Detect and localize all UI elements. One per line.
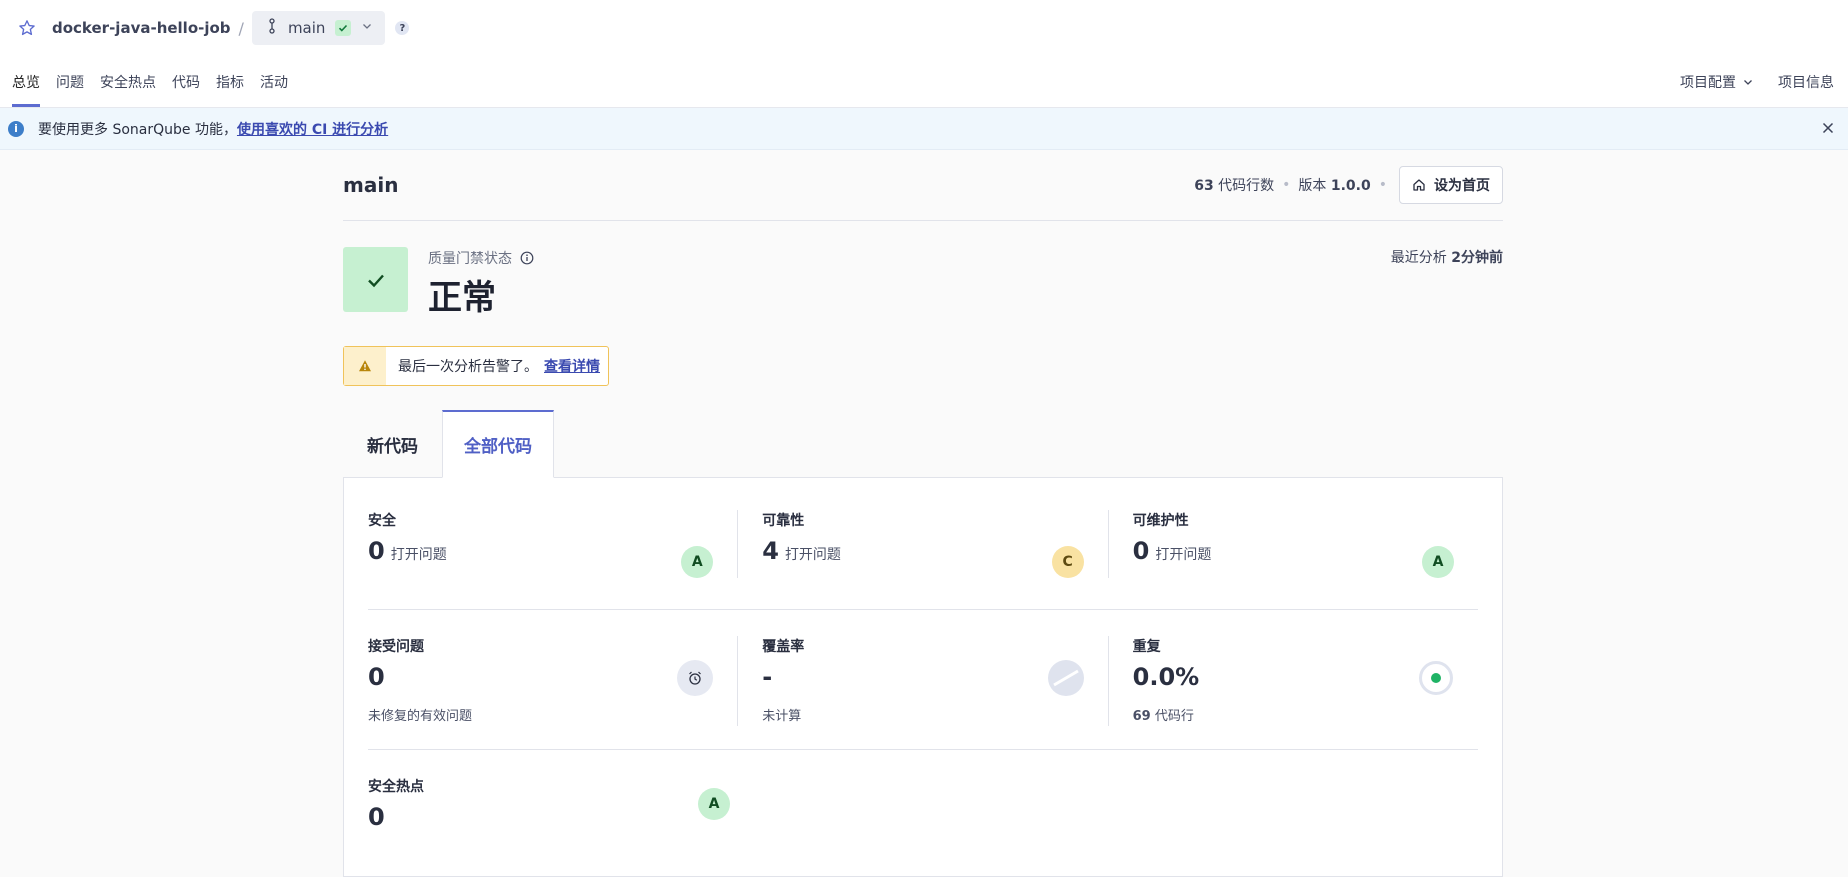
rating-badge[interactable]: A	[698, 788, 730, 820]
metric-unit: 打开问题	[390, 547, 447, 563]
metric-title: 可靠性	[762, 513, 805, 529]
metric-value[interactable]: 0	[368, 803, 385, 831]
check-icon	[335, 20, 352, 36]
metric-subtext: 未修复的有效问题	[368, 709, 473, 724]
tab-overall-code[interactable]: 全部代码	[442, 410, 554, 478]
project-name-link[interactable]: docker-java-hello-job	[52, 19, 231, 37]
meta-dot: •	[1378, 177, 1387, 193]
chevron-down-icon	[361, 20, 373, 36]
metric-coverage[interactable]: 覆盖率 - 未计算	[737, 636, 1107, 726]
metric-title: 覆盖率	[762, 639, 805, 655]
nav-security-hotspots[interactable]: 安全热点	[100, 56, 156, 107]
metrics-row-measures: 接受问题 0 未修复的有效问题 覆盖率 - 未计算 重复 0.0% 69 代码行	[368, 610, 1478, 750]
quality-gate-status-box	[343, 247, 408, 312]
nav-overview[interactable]: 总览	[12, 56, 40, 107]
metric-value[interactable]: 0	[368, 537, 385, 565]
last-analysis: 最近分析 2分钟前	[1390, 250, 1503, 266]
metric-maintainability[interactable]: 可维护性 0 打开问题 A	[1107, 510, 1478, 578]
code-tabs: 新代码 全部代码	[343, 410, 1503, 478]
metric-accepted-issues[interactable]: 接受问题 0 未修复的有效问题	[368, 636, 737, 726]
nav-measures[interactable]: 指标	[216, 56, 244, 107]
metric-value[interactable]: 4	[762, 537, 779, 565]
quality-gate-status: 正常	[428, 278, 496, 318]
nav-project-settings[interactable]: 项目配置	[1680, 56, 1754, 107]
info-icon[interactable]	[520, 251, 534, 265]
project-nav: 总览 问题 安全热点 代码 指标 活动 项目配置 项目信息	[0, 56, 1848, 108]
nav-code[interactable]: 代码	[172, 56, 200, 107]
metric-title: 安全热点	[368, 779, 424, 795]
top-bar: docker-java-hello-job / main ?	[0, 0, 1848, 56]
warning-text: 最后一次分析告警了。 查看详情	[398, 359, 600, 375]
version: 版本 1.0.0	[1298, 178, 1371, 194]
metrics-panel: 安全 0 打开问题 A 可靠性 4 打开问题 C 可维护性 0 打开问题 A 接受问题…	[343, 477, 1503, 877]
metric-title: 接受问题	[368, 639, 424, 655]
metric-title: 可维护性	[1132, 513, 1189, 529]
rating-badge[interactable]: C	[1051, 546, 1084, 578]
banner-ci-link[interactable]: 使用喜欢的 CI 进行分析	[237, 122, 388, 138]
tab-new-code[interactable]: 新代码	[343, 410, 442, 478]
check-icon	[367, 274, 384, 287]
branch-selector[interactable]: main	[251, 11, 386, 45]
metric-value[interactable]: -	[762, 663, 772, 691]
branch-header: main 63 代码行数 • 版本 1.0.0 • 设为首页	[343, 150, 1503, 221]
metrics-row-hotspots: 安全热点 0 A	[368, 750, 1478, 836]
nav-project-info[interactable]: 项目信息	[1778, 56, 1834, 107]
page-title: main	[343, 173, 399, 197]
metric-subtext: 未计算	[762, 709, 802, 724]
metric-unit: 打开问题	[784, 547, 841, 563]
metric-value[interactable]: 0.0%	[1133, 663, 1200, 691]
lines-of-code: 63 代码行数	[1194, 178, 1275, 194]
nav-issues[interactable]: 问题	[56, 56, 84, 107]
metric-title: 安全	[368, 513, 396, 529]
home-icon	[1413, 179, 1425, 191]
banner-text: 要使用更多 SonarQube 功能，使用喜欢的 CI 进行分析	[38, 121, 389, 138]
warning-details-link[interactable]: 查看详情	[544, 359, 600, 375]
branch-meta: 63 代码行数 • 版本 1.0.0 • 设为首页	[1194, 166, 1503, 204]
metric-security-hotspots[interactable]: 安全热点 0 A	[368, 776, 754, 836]
analysis-warning: 最后一次分析告警了。 查看详情	[343, 346, 609, 386]
metric-duplications[interactable]: 重复 0.0% 69 代码行	[1107, 636, 1478, 726]
meta-dot: •	[1282, 177, 1291, 193]
metric-value[interactable]: 0	[1133, 537, 1150, 565]
nav-activity[interactable]: 活动	[260, 56, 288, 107]
branch-icon	[266, 18, 278, 38]
metric-security[interactable]: 安全 0 打开问题 A	[368, 510, 737, 578]
help-icon[interactable]: ?	[395, 21, 410, 35]
close-icon[interactable]	[1822, 118, 1834, 139]
project-settings-label: 项目配置	[1680, 74, 1736, 91]
quality-gate-label: 质量门禁状态	[428, 248, 534, 268]
info-icon: i	[8, 120, 24, 137]
branch-name: main	[287, 19, 326, 37]
metric-title: 重复	[1132, 639, 1161, 655]
metric-unit: 打开问题	[1155, 547, 1212, 563]
coverage-indicator-icon	[1047, 660, 1084, 696]
metrics-row-issues: 安全 0 打开问题 A 可靠性 4 打开问题 C 可维护性 0 打开问题 A	[368, 478, 1478, 610]
quality-gate-section: 质量门禁状态 正常 最近分析 2分钟前	[343, 247, 1503, 319]
alarm-clock-icon	[677, 660, 714, 696]
warning-icon	[344, 347, 386, 385]
set-as-homepage-button[interactable]: 设为首页	[1399, 166, 1503, 204]
rating-badge[interactable]: A	[681, 546, 714, 578]
breadcrumb-separator: /	[238, 18, 244, 38]
star-icon[interactable]	[18, 19, 36, 37]
duplication-indicator-icon	[1418, 660, 1454, 696]
ci-info-banner: i 要使用更多 SonarQube 功能，使用喜欢的 CI 进行分析	[0, 108, 1848, 150]
overview-main: main 63 代码行数 • 版本 1.0.0 • 设为首页 质量门禁状态 正常	[343, 150, 1503, 877]
rating-badge[interactable]: A	[1422, 546, 1455, 578]
set-as-homepage-label: 设为首页	[1434, 178, 1490, 194]
metric-subtext: 69 代码行	[1132, 709, 1194, 724]
chevron-down-icon	[1744, 79, 1752, 85]
metric-value[interactable]: 0	[368, 663, 385, 691]
metric-reliability[interactable]: 可靠性 4 打开问题 C	[737, 510, 1107, 578]
